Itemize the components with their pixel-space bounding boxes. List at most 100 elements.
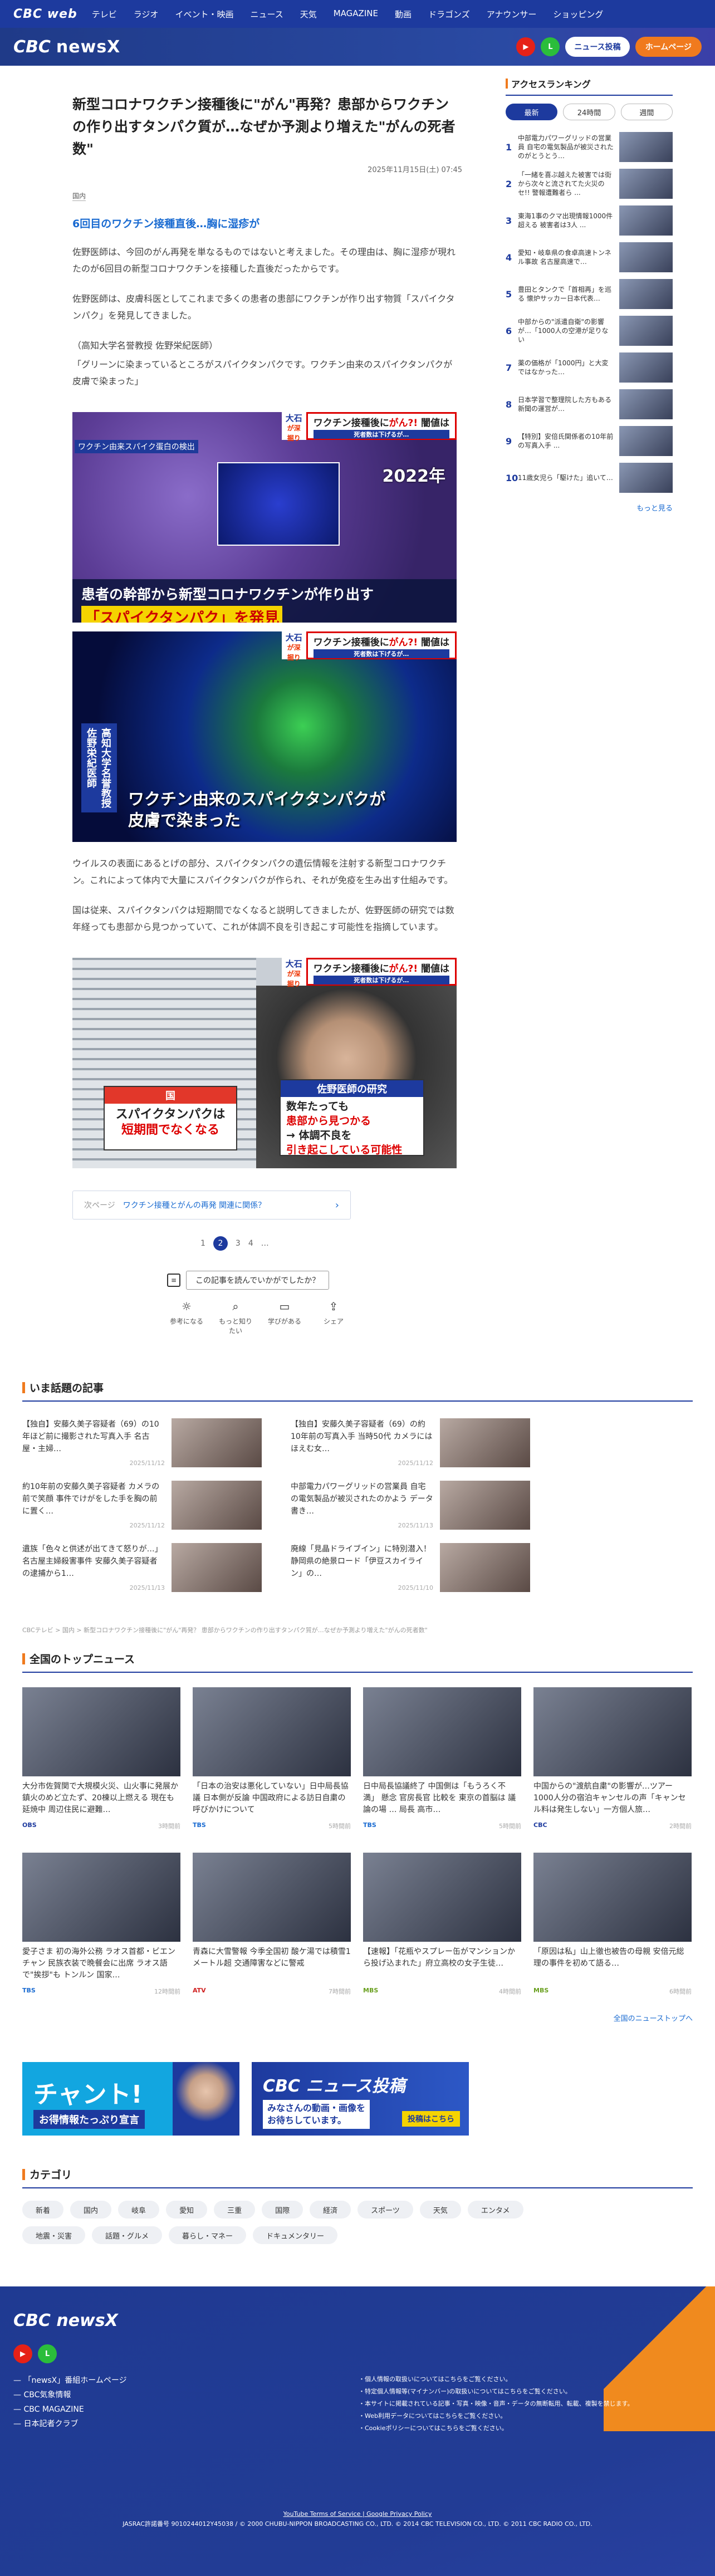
tab-latest[interactable]: 最新 bbox=[506, 104, 558, 120]
nav-shopping[interactable]: ショッピング bbox=[553, 8, 603, 20]
category-international[interactable]: 国際 bbox=[262, 2201, 303, 2219]
footer-policy-links: 個人情報の取扱いについてはこちらをご覧ください。 特定個人情報等(マイナンバー)… bbox=[359, 2373, 634, 2435]
article-paragraph: 佐野医師は、皮膚科医としてこれまで多くの患者の患部にワクチンが作り出す物質「スパ… bbox=[72, 293, 455, 321]
learned-label: 学びがある bbox=[267, 1318, 301, 1325]
ranking-item[interactable]: 9 【特別】安倍氏関係者の10年前の写真入手 ... bbox=[506, 423, 673, 459]
news-card[interactable]: 愛子さま 初の海外公務 ラオス首都・ビエンチャン 民族衣装で晩餐会に出席 ラオス… bbox=[22, 1853, 180, 1996]
want-more-label: もっと知りたい bbox=[218, 1318, 252, 1335]
line-icon[interactable]: L bbox=[541, 37, 560, 56]
news-card[interactable]: 中国からの"渡航自粛"の影響が…ツアー1000人分の宿泊キャンセルの声「キャンセ… bbox=[533, 1687, 692, 1830]
policy-link[interactable]: 本サイトに掲載されている記事・写真・映像・音声・データの無断転用、転載、複製を禁… bbox=[359, 2398, 634, 2410]
category-sports[interactable]: スポーツ bbox=[358, 2201, 413, 2219]
banner-ads: チャント! お得情報たっぷり宣言 CBC ニュース投稿 みなさんの動画・画像を お待… bbox=[22, 2062, 693, 2136]
page-2-current[interactable]: 2 bbox=[213, 1236, 228, 1251]
article-date: 2025年11月15日(土) 07:45 bbox=[368, 166, 462, 174]
nav-announcer[interactable]: アナウンサー bbox=[487, 8, 537, 20]
category-mie[interactable]: 三重 bbox=[214, 2201, 256, 2219]
ranking-item[interactable]: 7 薬の価格が「1000円」と大変ではなかった… bbox=[506, 350, 673, 385]
footer-link[interactable]: CBC MAGAZINE bbox=[13, 2402, 127, 2417]
nav-weather[interactable]: 天気 bbox=[300, 8, 317, 20]
footer-link[interactable]: 日本記者クラブ bbox=[13, 2417, 127, 2431]
news-card[interactable]: 「原因は私」山上徹也被告の母親 安倍元総理の事件を初めて語る… MBS 6時間前 bbox=[533, 1853, 692, 1996]
nav-tv[interactable]: テレビ bbox=[92, 8, 117, 20]
ranking-item[interactable]: 5 豊田とタンクで「首相再」を巡る 懐炉サッカー日本代表… bbox=[506, 276, 673, 312]
helpful-button[interactable]: ☼ 参考になる bbox=[167, 1300, 206, 1335]
youtube-icon[interactable]: ▶ bbox=[516, 37, 536, 56]
top-news-grid: 大分市佐賀関で大規模火災、山火事に発展か 鎮火のめど立たず、20棟以上燃える 現… bbox=[22, 1687, 693, 1996]
homepage-button[interactable]: ホームページ bbox=[635, 37, 702, 57]
policy-link[interactable]: Web利用データについてはこちらをご覧ください。 bbox=[359, 2410, 634, 2422]
ranking-item[interactable]: 6 中部からの"派遣自衛"の影響が…「1000人の空港が足りない bbox=[506, 313, 673, 349]
news-card[interactable]: 「日本の治安は悪化していない」日中局長協議 日本側が反論 中国政府による訪日自粛… bbox=[193, 1687, 351, 1830]
page-3[interactable]: 3 bbox=[236, 1239, 241, 1248]
category-domestic[interactable]: 国内 bbox=[70, 2201, 112, 2219]
site-footer: CBC newsX ▶ L 「newsX」番組ホームページ CBC気象情報 CB… bbox=[0, 2286, 715, 2576]
youtube-terms-link[interactable]: YouTube Terms of Service | Google Privac… bbox=[0, 2509, 715, 2519]
cbc-web-logo[interactable]: CBC web bbox=[13, 7, 77, 21]
nav-dragons[interactable]: ドラゴンズ bbox=[428, 8, 470, 20]
policy-link[interactable]: 特定個人情報等(マイナンバー)の取扱いについてはこちらをご覧ください。 bbox=[359, 2386, 634, 2398]
news-thumbnail bbox=[533, 1687, 692, 1776]
category-economy[interactable]: 経済 bbox=[310, 2201, 351, 2219]
line-icon[interactable]: L bbox=[38, 2344, 57, 2363]
breadcrumb[interactable]: CBCテレビ > 国内 > 新型コロナワクチン接種後に"がん"再発？ 患部からワ… bbox=[22, 1625, 693, 1634]
ranking-item[interactable]: 4 愛知・岐阜県の食卓高速トンネル事故 名古屋高速で… bbox=[506, 239, 673, 275]
nav-events[interactable]: イベント・映画 bbox=[175, 8, 233, 20]
article-category[interactable]: 国内 bbox=[72, 191, 86, 201]
footer-link[interactable]: 「newsX」番組ホームページ bbox=[13, 2373, 126, 2388]
chant-banner[interactable]: チャント! お得情報たっぷり宣言 bbox=[22, 2062, 239, 2136]
ranking-item[interactable]: 3 東海1事のクマ出現情報1000件 超える 被害者は3人 ... bbox=[506, 203, 673, 238]
nav-video[interactable]: 動画 bbox=[395, 8, 412, 20]
news-card[interactable]: 【速報】「花瓶やスプレー缶がマンションから投げ込まれた」府立高校の女子生徒… MB… bbox=[363, 1853, 521, 1996]
all-top-news-link[interactable]: 全国のニューストップへ bbox=[22, 2012, 693, 2023]
category-aichi[interactable]: 愛知 bbox=[166, 2201, 208, 2219]
page-4[interactable]: 4 bbox=[248, 1239, 253, 1248]
policy-link[interactable]: 個人情報の取扱いについてはこちらをご覧ください。 bbox=[359, 2373, 634, 2386]
news-card[interactable]: 日中局長協議終了 中国側は「もうろく不満」 懸念 官房長官 比較を 東京の首脳は… bbox=[363, 1687, 521, 1830]
trending-item[interactable]: 中部電力パワーグリッドの営業員 自宅の電気製品が被災されたのかよう データ書き…… bbox=[291, 1481, 530, 1530]
rank-number: 1 bbox=[506, 141, 512, 153]
share-button[interactable]: ⇪ シェア bbox=[314, 1300, 353, 1335]
ranking-item[interactable]: 1 中部電力パワーグリッドの営業員 自宅の電気製品が被災されたのがとうとう… bbox=[506, 129, 673, 165]
nav-news[interactable]: ニュース bbox=[250, 8, 283, 20]
news-card[interactable]: 青森に大雪警報 今季全国初 酸ケ湯では積雪1メートル超 交通障害などに警戒 ATV… bbox=[193, 1853, 351, 1996]
trending-item-date: 2025/11/12 bbox=[129, 1522, 165, 1529]
nav-magazine[interactable]: MAGAZINE bbox=[334, 8, 378, 20]
ranking-item[interactable]: 2 「一緒を喜ぶ越えた被害では街から次々と流されてた火災のセ!! 警報遭難者ら .… bbox=[506, 166, 673, 202]
footer-logo[interactable]: CBC newsX bbox=[13, 2311, 118, 2330]
category-gifu[interactable]: 岐阜 bbox=[118, 2201, 160, 2219]
category-disaster[interactable]: 地震・災害 bbox=[22, 2226, 86, 2244]
news-card[interactable]: 大分市佐賀関で大規模火災、山火事に発展か 鎮火のめど立たず、20棟以上燃える 現… bbox=[22, 1687, 180, 1830]
trending-item[interactable]: 約10年前の安藤久美子容疑者 カメラの前で笑顔 事件でけがをした手を胸の前に置く… bbox=[22, 1481, 262, 1530]
trending-item[interactable]: 【独自】安藤久美子容疑者（69）の10年ほど前に撮影された写真入手 名古屋・主婦… bbox=[22, 1418, 262, 1467]
tab-24h[interactable]: 24時間 bbox=[563, 104, 615, 120]
image-caption: ワクチン由来のスパイクタンパクが 皮膚で染まった bbox=[128, 790, 386, 830]
box-text-4: 引き起こしている可能性 bbox=[286, 1144, 403, 1156]
category-money[interactable]: 暮らし・マネー bbox=[169, 2226, 247, 2244]
category-new[interactable]: 新着 bbox=[22, 2201, 64, 2219]
news-post-button[interactable]: ニュース投稿 bbox=[565, 37, 630, 57]
category-entertainment[interactable]: エンタメ bbox=[467, 2201, 523, 2219]
policy-link[interactable]: Cookieポリシーについてはこちらをご覧ください。 bbox=[359, 2422, 634, 2435]
book-icon: ▭ bbox=[279, 1300, 290, 1313]
nav-radio[interactable]: ラジオ bbox=[134, 8, 159, 20]
youtube-icon[interactable]: ▶ bbox=[13, 2344, 32, 2363]
newsx-logo[interactable]: CBC newsX bbox=[13, 37, 120, 57]
category-weather[interactable]: 天気 bbox=[419, 2201, 461, 2219]
want-more-button[interactable]: ⌕ もっと知りたい bbox=[216, 1300, 255, 1335]
next-page-link[interactable]: 次ページ ワクチン接種とがんの再発 関連に関係？ › bbox=[72, 1191, 351, 1220]
news-post-banner[interactable]: CBC ニュース投稿 みなさんの動画・画像を お待ちしています。 投稿はこちら bbox=[252, 2062, 469, 2136]
trending-thumbnail bbox=[172, 1481, 262, 1530]
learned-button[interactable]: ▭ 学びがある bbox=[265, 1300, 304, 1335]
ranking-item[interactable]: 8 日本学習で整理院した方もある 新聞の運営が… bbox=[506, 386, 673, 422]
trending-item[interactable]: 廃線「見晶ドライブイン」に特別潜入！静岡県の絶景ロード「伊豆スカイライン」の… 2… bbox=[291, 1543, 530, 1592]
ranking-more-link[interactable]: もっと見る bbox=[506, 502, 673, 513]
category-gourmet[interactable]: 話題・グルメ bbox=[92, 2226, 163, 2244]
ranking-item[interactable]: 10 11歳女児ら「駆けた」追いて… bbox=[506, 460, 673, 496]
category-documentary[interactable]: ドキュメンタリー bbox=[253, 2226, 338, 2244]
page-1[interactable]: 1 bbox=[200, 1239, 205, 1248]
trending-item[interactable]: 遺族「色々と供述が出てきて怒りが…」名古屋主婦殺害事件 安藤久美子容疑者の逮捕か… bbox=[22, 1543, 262, 1592]
footer-link[interactable]: CBC気象情報 bbox=[13, 2388, 127, 2402]
tab-weekly[interactable]: 週間 bbox=[620, 104, 673, 120]
trending-item[interactable]: 【独自】安藤久美子容疑者（69）の約10年前の写真入手 当時50代 カメラにはほ… bbox=[291, 1418, 530, 1467]
